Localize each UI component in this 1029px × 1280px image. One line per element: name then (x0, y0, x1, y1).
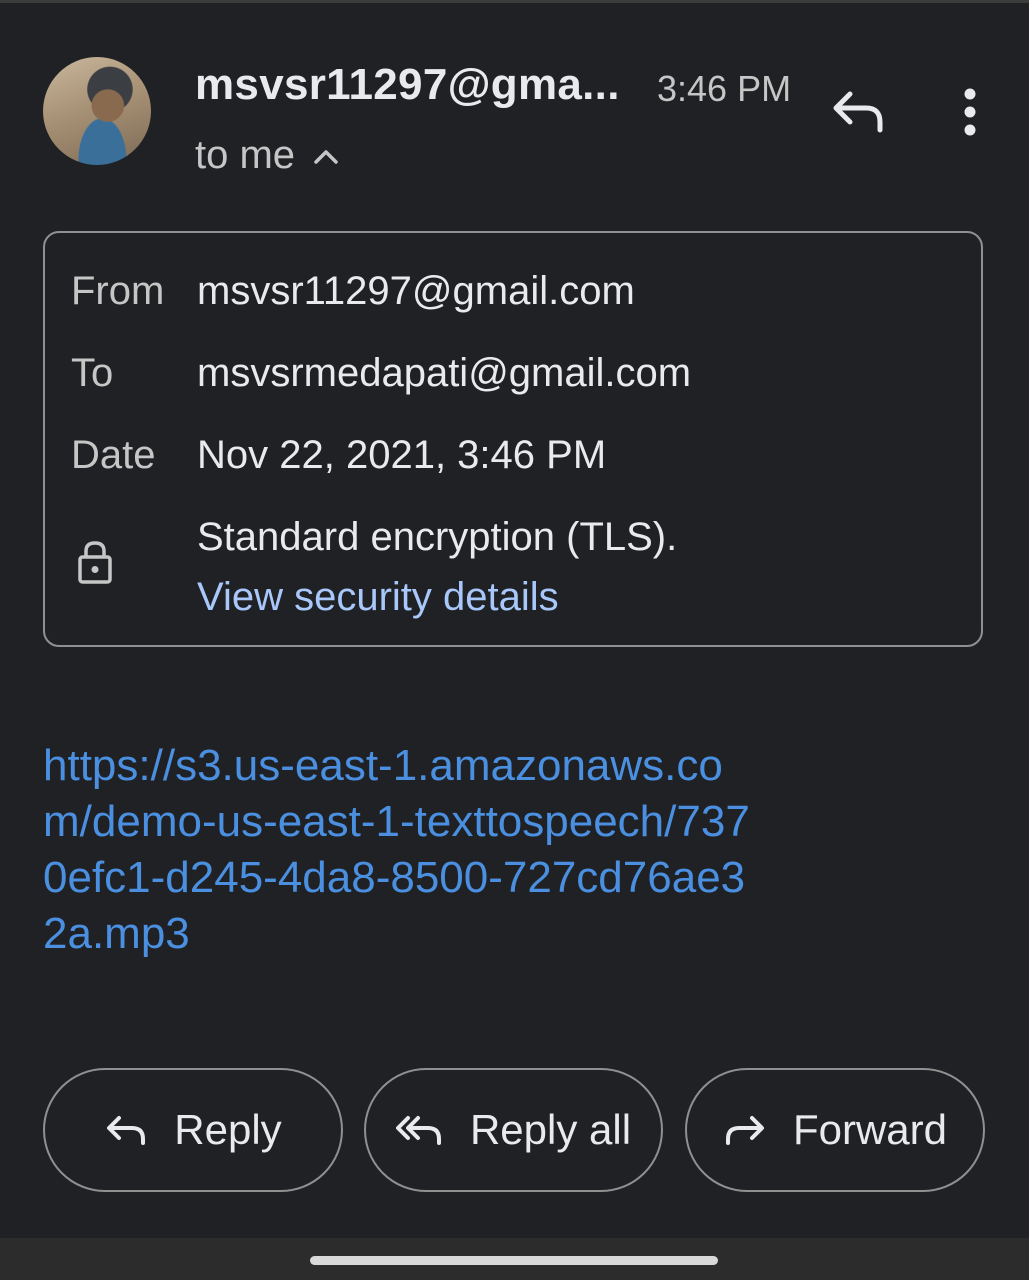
forward-button-label: Forward (792, 1106, 948, 1153)
recipient-toggle[interactable]: to me (195, 133, 339, 178)
forward-button[interactable]: Forward (685, 1068, 985, 1192)
date-label: Date (71, 433, 156, 477)
lock-icon (78, 541, 112, 584)
reply-icon-button[interactable] (830, 86, 886, 138)
message-details-panel: From msvsr11297@gmail.com To msvsrmedapa… (43, 231, 983, 647)
sender-avatar[interactable] (43, 57, 151, 165)
reply-icon (107, 1116, 146, 1145)
reply-button-label: Reply (174, 1106, 282, 1153)
from-value: msvsr11297@gmail.com (197, 269, 635, 313)
from-label: From (71, 269, 165, 313)
view-security-details-link[interactable]: View security details (197, 575, 559, 620)
to-value: msvsrmedapati@gmail.com (197, 351, 692, 395)
reply-all-button-label: Reply all (469, 1106, 632, 1153)
recipient-summary: to me (195, 133, 296, 177)
encryption-text: Standard encryption (TLS). (197, 515, 678, 559)
message-body-link[interactable]: https://s3.us-east-1.amazonaws.com/demo-… (43, 738, 763, 962)
more-options-button[interactable] (950, 86, 990, 138)
chevron-up-icon (314, 149, 338, 164)
reply-all-button[interactable]: Reply all (364, 1068, 663, 1192)
system-navigation-bar (0, 1238, 1029, 1280)
message-time: 3:46 PM (657, 68, 792, 109)
sender-name[interactable]: msvsr11297@gma... (195, 60, 620, 110)
gesture-handle[interactable] (310, 1256, 718, 1265)
reply-button[interactable]: Reply (43, 1068, 343, 1192)
date-value: Nov 22, 2021, 3:46 PM (197, 433, 607, 477)
to-label: To (71, 351, 114, 395)
more-vert-icon (964, 88, 976, 136)
top-divider (0, 0, 1029, 3)
reply-icon (833, 91, 883, 133)
forward-icon (725, 1116, 764, 1145)
reply-all-icon (395, 1116, 441, 1145)
